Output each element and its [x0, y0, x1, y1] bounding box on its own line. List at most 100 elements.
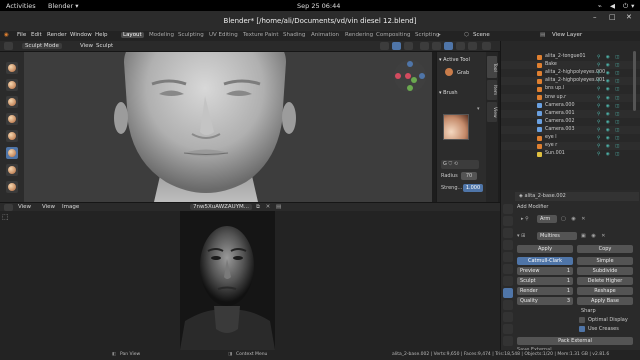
modifier-props-tab-icon[interactable] — [503, 288, 513, 298]
menu-file[interactable]: File — [17, 32, 26, 38]
menu-render[interactable]: Render — [47, 32, 67, 38]
multires-modifier-name[interactable]: Multires — [537, 232, 577, 240]
crease-brush-icon[interactable] — [6, 113, 18, 125]
tab-item[interactable]: Item — [487, 80, 497, 100]
tool-props-tab-icon[interactable] — [503, 204, 513, 214]
shading-render-icon[interactable] — [468, 42, 477, 50]
tab-texture-paint[interactable]: Texture Paint — [241, 32, 281, 38]
shading-wire-icon[interactable] — [432, 42, 441, 50]
scene-props-tab-icon[interactable] — [503, 252, 513, 262]
system-tray-icons[interactable]: ⌁ ◀ ⏻▾ — [598, 2, 637, 11]
menu-view[interactable]: View — [80, 43, 93, 49]
image-editor-mode[interactable]: View — [18, 204, 31, 210]
render-props-tab-icon[interactable] — [503, 216, 513, 226]
use-creases-checkbox[interactable] — [579, 326, 585, 332]
visibility-toggle-icons[interactable]: ⚲ ◉ ◫ — [597, 143, 637, 149]
physics-props-tab-icon[interactable] — [503, 312, 513, 322]
brush-datablock[interactable]: G ⛉ ⟲ — [441, 160, 479, 169]
outliner-row[interactable]: eye r ⚲ ◉ ◫ — [501, 142, 640, 151]
scene-selector[interactable]: Scene — [473, 32, 490, 38]
view-layer-selector[interactable]: View Layer — [552, 32, 582, 38]
visibility-toggle-icons[interactable]: ⚲ ◉ ◫ — [597, 127, 637, 133]
world-props-tab-icon[interactable] — [503, 264, 513, 274]
optimal-display-checkbox[interactable] — [579, 317, 585, 323]
tab-tool[interactable]: Tool — [487, 56, 497, 78]
outliner-row[interactable]: alita_2-highpolyeyes.000 ⚲ ◉ ◫ — [501, 69, 640, 77]
clock[interactable]: Sep 25 06:44 — [297, 2, 340, 10]
close-icon[interactable]: ✕ — [626, 13, 632, 21]
blender-logo-icon[interactable]: ◉ — [4, 32, 9, 38]
tab-sculpting[interactable]: Sculpting — [176, 32, 206, 38]
image-editor[interactable]: ⬚ — [0, 211, 500, 350]
mask-brush-icon[interactable] — [6, 181, 18, 193]
outliner-row[interactable]: bns up.l ⚲ ◉ ◫ — [501, 85, 640, 93]
image-menu-view[interactable]: View — [42, 204, 55, 210]
constraints-props-tab-icon[interactable] — [503, 324, 513, 334]
outliner-row[interactable]: Camera.000 ⚲ ◉ ◫ — [501, 102, 640, 110]
visibility-toggle-icons[interactable]: ⚲ ◉ ◫ — [597, 111, 637, 117]
copy-modifier-button[interactable]: Copy — [577, 245, 633, 253]
menu-sculpt[interactable]: Sculpt — [96, 43, 113, 49]
add-modifier-dropdown[interactable]: Add Modifier — [517, 204, 549, 210]
reshape-button[interactable]: Reshape — [577, 287, 633, 295]
outliner-row[interactable]: bnw up.r ⚲ ◉ ◫ — [501, 93, 640, 102]
brush-header[interactable]: ▾ Brush — [439, 89, 485, 98]
visibility-toggle-icons[interactable]: ⚲ ◉ ◫ — [597, 151, 637, 157]
menu-window[interactable]: Window — [70, 32, 92, 38]
tab-animation[interactable]: Animation — [309, 32, 341, 38]
quality-field[interactable]: Quality 3 — [517, 297, 573, 305]
outliner-row[interactable]: alita_2-tongue01 ⚲ ◉ ◫ — [501, 53, 640, 61]
brush-preview-thumbnail[interactable] — [443, 114, 469, 140]
viewport-3d[interactable] — [24, 52, 432, 202]
inflate-brush-icon[interactable] — [6, 130, 18, 142]
gizmo-icon[interactable] — [392, 42, 401, 50]
minimize-icon[interactable]: – — [593, 13, 597, 21]
outliner-row[interactable]: eye l ⚲ ◉ ◫ — [501, 134, 640, 142]
tab-shading[interactable]: Shading — [281, 32, 307, 38]
particles-props-tab-icon[interactable] — [503, 300, 513, 310]
armature-modifier-controls[interactable]: ▢ ◉ ✕ — [561, 216, 587, 222]
visibility-toggle-icons[interactable]: ⚲ ◉ ◫ — [597, 95, 637, 101]
data-props-tab-icon[interactable] — [503, 336, 513, 346]
visibility-toggle-icons[interactable]: ⚲ ◉ ◫ — [597, 78, 637, 84]
mode-selector[interactable]: Sculpt Mode — [22, 43, 62, 49]
shading-options-icon[interactable] — [482, 42, 491, 50]
catmull-clark-button[interactable]: Catmull-Clark — [517, 257, 573, 265]
tab-layout[interactable]: Layout — [121, 32, 144, 38]
view-layer-props-tab-icon[interactable] — [503, 240, 513, 250]
menu-help[interactable]: Help — [95, 32, 108, 38]
armature-modifier-icon[interactable]: ▸ ⚲ — [521, 216, 529, 222]
xray-icon[interactable] — [420, 42, 429, 50]
maximize-icon[interactable]: □ — [609, 13, 616, 21]
tab-view[interactable]: View — [487, 102, 497, 122]
visibility-toggle-icons[interactable]: ⚲ ◉ ◫ — [597, 135, 637, 141]
visibility-toggle-icons[interactable]: ⚲ ◉ ◫ — [597, 70, 637, 76]
grab-brush-icon[interactable] — [6, 147, 18, 159]
delete-higher-button[interactable]: Delete Higher — [577, 277, 633, 285]
overlay-icon[interactable] — [404, 42, 413, 50]
app-menu[interactable]: Blender ▾ — [48, 2, 79, 10]
clay-brush-icon[interactable] — [6, 79, 18, 91]
workspace-scroll-icon[interactable]: ▸ — [438, 32, 441, 38]
tab-modeling[interactable]: Modeling — [147, 32, 176, 38]
preview-levels-field[interactable]: Preview 1 — [517, 267, 573, 275]
visibility-toggle-icons[interactable]: ⚲ ◉ ◫ — [597, 86, 637, 92]
draw-brush-icon[interactable] — [6, 62, 18, 74]
tab-uv-editing[interactable]: UV Editing — [207, 32, 240, 38]
activities-button[interactable]: Activities — [6, 2, 36, 10]
simple-button[interactable]: Simple — [577, 257, 633, 265]
visibility-toggle-icons[interactable]: ⚲ ◉ ◫ — [597, 103, 637, 109]
image-datablock[interactable]: 7nw5XuAWZAUYM... — [190, 204, 253, 210]
multires-expand-icon[interactable]: ▾ ⊞ — [517, 233, 525, 239]
outliner-row[interactable]: Camera.003 ⚲ ◉ ◫ — [501, 125, 640, 134]
outliner-scrollbar[interactable] — [633, 51, 636, 111]
shading-solid-icon[interactable] — [444, 42, 453, 50]
visibility-icon[interactable] — [380, 42, 389, 50]
navigation-gizmo[interactable] — [388, 56, 432, 96]
subdivide-button[interactable]: Subdivide — [577, 267, 633, 275]
outliner-row[interactable]: Sun.001 ⚲ ◉ ◫ — [501, 150, 640, 158]
radius-field[interactable]: 70 — [461, 172, 477, 180]
apply-modifier-button[interactable]: Apply — [517, 245, 573, 253]
pack-external-button[interactable]: Pack External — [517, 337, 633, 345]
editor-type-icon[interactable] — [4, 42, 13, 50]
